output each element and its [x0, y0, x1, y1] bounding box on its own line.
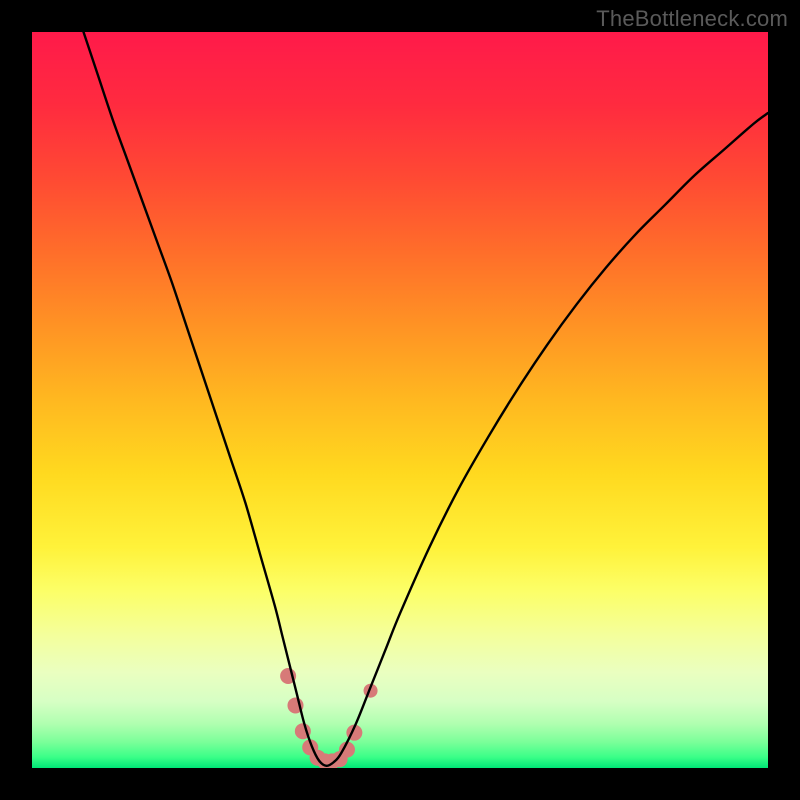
plot-area	[32, 32, 768, 768]
gradient-background	[32, 32, 768, 768]
chart-container: TheBottleneck.com	[0, 0, 800, 800]
watermark-text: TheBottleneck.com	[596, 6, 788, 32]
